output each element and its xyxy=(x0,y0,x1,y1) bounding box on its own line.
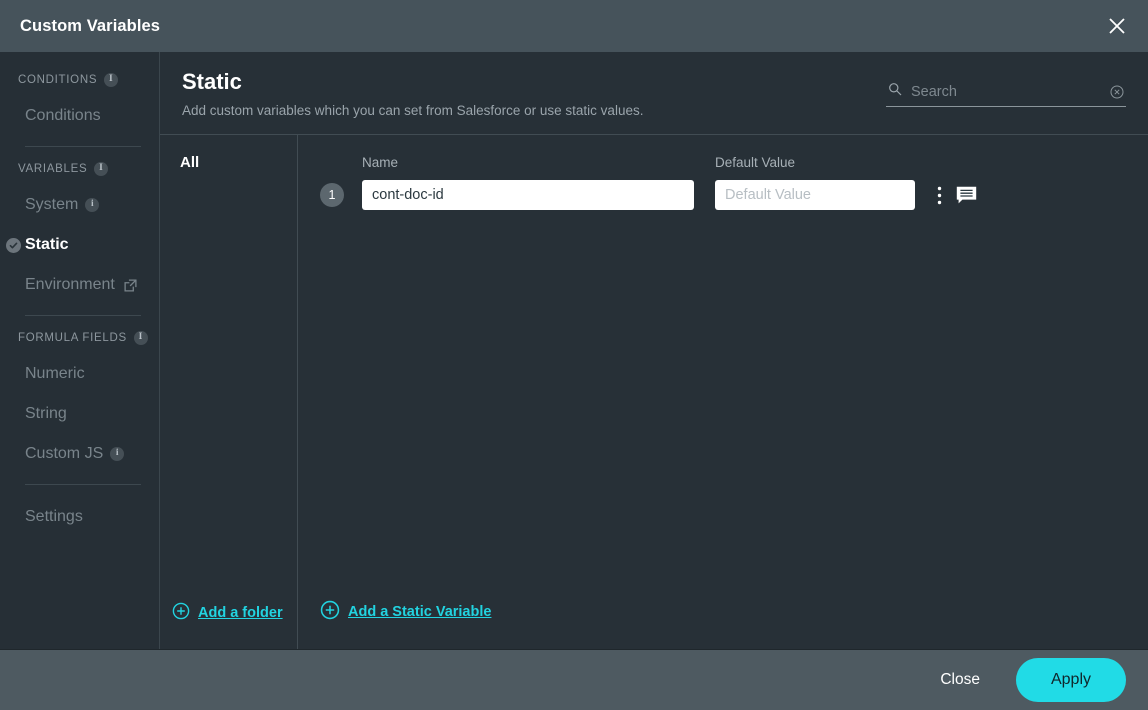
content-columns: All Add a folder Name Default Value 1 co… xyxy=(160,135,1148,649)
sidebar-item-system[interactable]: System i xyxy=(0,185,159,225)
search-box xyxy=(886,82,1126,107)
info-icon[interactable]: i xyxy=(110,447,125,461)
sidebar-group-conditions: CONDITIONS i xyxy=(0,70,159,90)
sidebar-group-label: VARIABLES xyxy=(18,163,88,175)
sidebar-divider xyxy=(25,484,141,485)
kebab-menu-icon[interactable] xyxy=(937,186,942,205)
main-header: Static Add custom variables which you ca… xyxy=(160,52,1148,118)
sidebar-group-variables: VARIABLES i xyxy=(0,159,159,179)
table-footer: Add a Static Variable xyxy=(298,600,1148,649)
sidebar-item-label: Settings xyxy=(25,508,83,525)
check-circle-icon xyxy=(6,237,21,253)
clear-circle-icon[interactable] xyxy=(1110,85,1124,99)
sidebar-item-environment[interactable]: Environment xyxy=(0,265,159,305)
dialog-title: Custom Variables xyxy=(20,16,161,35)
dialog-body: CONDITIONS i Conditions VARIABLES i Syst… xyxy=(0,52,1148,650)
apply-button[interactable]: Apply xyxy=(1016,658,1126,702)
sidebar-item-conditions[interactable]: Conditions xyxy=(0,96,159,136)
sidebar-item-label: String xyxy=(25,405,67,422)
info-icon[interactable]: i xyxy=(94,162,109,176)
add-folder-label: Add a folder xyxy=(198,605,283,621)
column-header-name: Name xyxy=(362,154,399,170)
table-row: 1 xyxy=(298,180,1148,211)
table-header-row: Name Default Value xyxy=(298,149,1148,175)
external-link-icon xyxy=(124,278,137,292)
close-icon[interactable] xyxy=(1100,9,1134,43)
row-actions xyxy=(937,186,977,205)
info-icon[interactable]: i xyxy=(85,198,100,212)
info-icon[interactable]: i xyxy=(104,73,119,87)
sidebar-group-label: CONDITIONS xyxy=(18,74,98,86)
sidebar-item-label: System xyxy=(25,196,79,213)
variable-name-input[interactable] xyxy=(362,180,694,211)
plus-circle-icon xyxy=(320,600,340,624)
sidebar-item-numeric[interactable]: Numeric xyxy=(0,354,159,394)
variables-table: Name Default Value 1 cont-doc-id Default… xyxy=(298,135,1148,649)
add-static-variable-label: Add a Static Variable xyxy=(348,604,492,620)
sidebar-item-label: Conditions xyxy=(25,107,101,124)
comment-icon[interactable] xyxy=(956,186,977,205)
sidebar-item-label: Numeric xyxy=(25,365,85,382)
folders-panel: All Add a folder xyxy=(160,135,298,649)
add-folder-button[interactable]: Add a folder xyxy=(172,602,283,624)
folders-footer: Add a folder xyxy=(160,602,297,649)
folder-item-all[interactable]: All xyxy=(160,149,297,176)
custom-variables-dialog: Custom Variables CONDITIONS i Conditions… xyxy=(0,0,1148,710)
sidebar-item-settings[interactable]: Settings xyxy=(0,497,159,537)
sidebar-divider xyxy=(25,146,141,147)
page-subtitle: Add custom variables which you can set f… xyxy=(182,103,644,119)
main-panel: Static Add custom variables which you ca… xyxy=(160,52,1148,649)
add-static-variable-button[interactable]: Add a Static Variable xyxy=(320,600,491,624)
page-title: Static xyxy=(182,69,242,94)
plus-circle-icon xyxy=(172,602,190,624)
sidebar-item-label: Static xyxy=(25,236,69,253)
sidebar-divider xyxy=(25,315,141,316)
sidebar-item-label: Custom JS xyxy=(25,445,104,462)
info-icon[interactable]: i xyxy=(133,331,148,345)
sidebar: CONDITIONS i Conditions VARIABLES i Syst… xyxy=(0,52,160,649)
search-icon xyxy=(888,82,902,101)
main-header-text: Static Add custom variables which you ca… xyxy=(182,69,644,119)
column-header-default-value: Default Value xyxy=(715,154,796,170)
sidebar-group-formula-fields: FORMULA FIELDS i xyxy=(0,328,159,348)
row-number-badge: 1 xyxy=(320,183,344,208)
dialog-footer: Close Apply xyxy=(0,650,1148,710)
variable-default-value-input[interactable] xyxy=(715,180,915,211)
sidebar-item-label: Environment xyxy=(25,276,115,293)
sidebar-group-label: FORMULA FIELDS xyxy=(18,332,127,344)
close-button[interactable]: Close xyxy=(926,663,994,697)
search-input[interactable] xyxy=(911,83,1101,100)
dialog-titlebar: Custom Variables xyxy=(0,0,1148,52)
sidebar-item-custom-js[interactable]: Custom JS i xyxy=(0,434,159,474)
sidebar-item-static[interactable]: Static xyxy=(0,225,159,265)
sidebar-item-string[interactable]: String xyxy=(0,394,159,434)
